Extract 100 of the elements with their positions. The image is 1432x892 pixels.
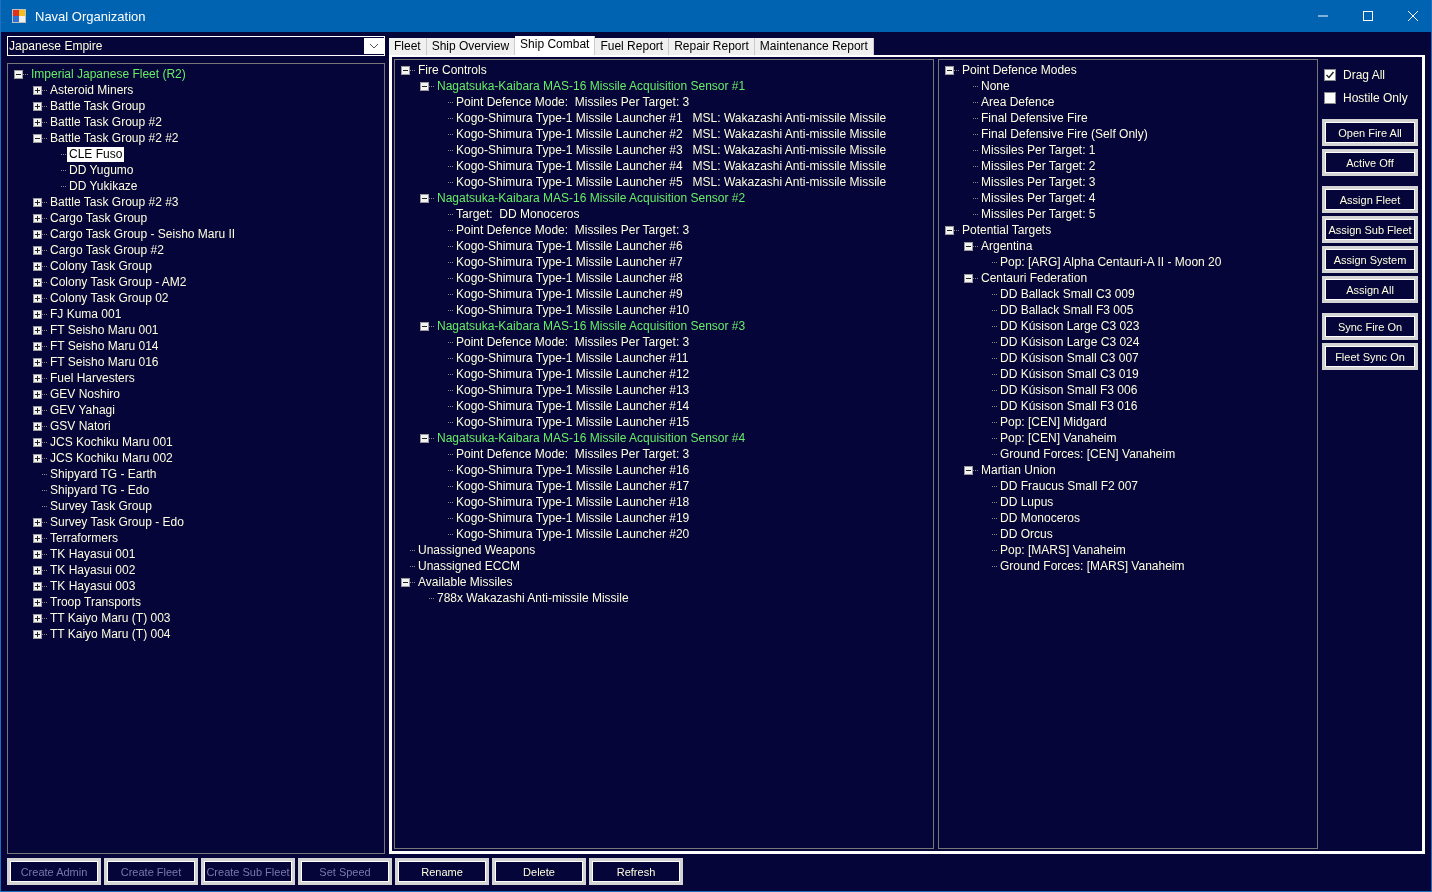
tree-item[interactable]: Terraformers — [48, 530, 120, 546]
tree-item[interactable]: GEV Noshiro — [48, 386, 123, 402]
tree-item[interactable]: Fuel Harvesters — [48, 370, 137, 386]
checkbox[interactable] — [1324, 91, 1336, 104]
tree-item[interactable]: Centauri Federation — [979, 270, 1090, 286]
tree-item[interactable]: FJ Kuma 001 — [48, 306, 124, 322]
expand-icon[interactable] — [33, 277, 42, 287]
tree-item[interactable]: Final Defensive Fire — [979, 110, 1090, 126]
tab[interactable]: Ship Combat — [515, 36, 596, 55]
expand-icon[interactable] — [33, 261, 42, 271]
tree-item[interactable]: CLE Fuso — [67, 146, 125, 162]
tree-item[interactable]: DD Kúsison Small F3 016 — [998, 398, 1140, 414]
tree-item[interactable]: Point Defence Mode: Missiles Per Target: 3 — [454, 94, 692, 110]
expand-icon[interactable] — [33, 389, 42, 399]
collapse-icon[interactable] — [964, 273, 973, 283]
tree-item[interactable]: Missiles Per Target: 3 — [979, 174, 1098, 190]
tree-item[interactable]: Target: DD Monoceros — [454, 206, 582, 222]
tree-item[interactable]: Kogo-Shimura Type-1 Missile Launcher #4 — [454, 158, 685, 174]
side-button[interactable]: Assign Sub Fleet — [1322, 216, 1418, 243]
tree-item[interactable]: DD Lupus — [998, 494, 1056, 510]
tree-item[interactable]: Potential Targets — [960, 222, 1054, 238]
tree-item[interactable]: Nagatsuka-Kaibara MAS-16 Missile Acquisition Sensor #1 — [435, 78, 748, 94]
action-button[interactable]: Delete — [492, 858, 586, 885]
tree-item[interactable]: Missiles Per Target: 4 — [979, 190, 1098, 206]
side-button[interactable]: Active Off — [1322, 149, 1418, 176]
tree-item[interactable]: Unassigned Weapons — [416, 542, 538, 558]
collapse-icon[interactable] — [14, 69, 23, 79]
side-button[interactable]: Assign System — [1322, 246, 1418, 273]
expand-icon[interactable] — [33, 549, 42, 559]
tree-item[interactable]: DD Ballack Small F3 005 — [998, 302, 1136, 318]
tree-item[interactable]: Missiles Per Target: 5 — [979, 206, 1098, 222]
collapse-icon[interactable] — [33, 133, 42, 143]
collapse-icon[interactable] — [420, 81, 429, 91]
tree-item[interactable]: Shipyard TG - Edo — [48, 482, 152, 498]
maximize-icon[interactable] — [1362, 10, 1374, 22]
tree-item[interactable]: Kogo-Shimura Type-1 Missile Launcher #9 — [454, 286, 685, 302]
side-button[interactable]: Assign Fleet — [1322, 186, 1418, 213]
tree-item[interactable]: DD Kúsison Small F3 006 — [998, 382, 1140, 398]
collapse-icon[interactable] — [945, 225, 954, 235]
tree-item[interactable]: Ground Forces: [CEN] Vanaheim — [998, 446, 1178, 462]
tree-item[interactable]: Kogo-Shimura Type-1 Missile Launcher #15 — [454, 414, 692, 430]
expand-icon[interactable] — [33, 517, 42, 527]
tree-item[interactable]: Survey Task Group - Edo — [48, 514, 186, 530]
tree-item[interactable]: GEV Yahagi — [48, 402, 117, 418]
tree-item[interactable]: Martian Union — [979, 462, 1058, 478]
close-icon[interactable] — [1407, 10, 1419, 22]
expand-icon[interactable] — [33, 309, 42, 319]
side-button[interactable]: Fleet Sync On — [1322, 343, 1418, 370]
expand-icon[interactable] — [33, 213, 42, 223]
tree-item[interactable]: Battle Task Group #2 #2 — [48, 130, 181, 146]
expand-icon[interactable] — [33, 629, 42, 639]
tree-item[interactable]: Kogo-Shimura Type-1 Missile Launcher #20 — [454, 526, 692, 542]
tree-item[interactable]: Argentina — [979, 238, 1035, 254]
tree-item[interactable]: Shipyard TG - Earth — [48, 466, 159, 482]
tree-item[interactable]: Battle Task Group — [48, 98, 148, 114]
tree-item[interactable]: Final Defensive Fire (Self Only) — [979, 126, 1150, 142]
tree-item[interactable]: Kogo-Shimura Type-1 Missile Launcher #1 — [454, 110, 685, 126]
tab[interactable]: Ship Overview — [426, 38, 516, 55]
expand-icon[interactable] — [33, 453, 42, 463]
tree-item[interactable]: DD Ballack Small C3 009 — [998, 286, 1137, 302]
expand-icon[interactable] — [33, 197, 42, 207]
expand-icon[interactable] — [33, 373, 42, 383]
collapse-icon[interactable] — [401, 65, 410, 75]
action-button[interactable]: Rename — [395, 858, 489, 885]
tree-item[interactable]: Kogo-Shimura Type-1 Missile Launcher #7 — [454, 254, 685, 270]
expand-icon[interactable] — [33, 85, 42, 95]
tree-item[interactable]: DD Yugumo — [67, 162, 136, 178]
tree-item[interactable]: Nagatsuka-Kaibara MAS-16 Missile Acquisition Sensor #2 — [435, 190, 748, 206]
empire-dropdown[interactable]: Japanese Empire — [7, 36, 385, 56]
tree-item[interactable]: Kogo-Shimura Type-1 Missile Launcher #18 — [454, 494, 692, 510]
tree-item[interactable]: Troop Transports — [48, 594, 143, 610]
side-button[interactable]: Assign All — [1322, 276, 1418, 303]
tree-item[interactable]: Kogo-Shimura Type-1 Missile Launcher #12 — [454, 366, 692, 382]
tree-item[interactable]: Ground Forces: [MARS] Vanaheim — [998, 558, 1187, 574]
side-button[interactable]: Sync Fire On — [1322, 313, 1418, 340]
tree-item[interactable]: Unassigned ECCM — [416, 558, 523, 574]
expand-icon[interactable] — [33, 341, 42, 351]
tree-item[interactable]: Imperial Japanese Fleet (R2) — [29, 66, 188, 82]
tree-item[interactable]: 788x Wakazashi Anti-missile Missile — [435, 590, 631, 606]
tree-item[interactable]: Cargo Task Group - Seisho Maru II — [48, 226, 238, 242]
expand-icon[interactable] — [33, 405, 42, 415]
tree-item[interactable]: Available Missiles — [416, 574, 515, 590]
collapse-icon[interactable] — [420, 433, 429, 443]
tree-item[interactable]: Pop: [ARG] Alpha Centauri-A II - Moon 20 — [998, 254, 1224, 270]
tree-item[interactable]: TK Hayasui 002 — [48, 562, 138, 578]
tree-item[interactable]: FT Seisho Maru 001 — [48, 322, 161, 338]
expand-icon[interactable] — [33, 421, 42, 431]
tree-item[interactable]: Nagatsuka-Kaibara MAS-16 Missile Acquisition Sensor #3 — [435, 318, 748, 334]
tree-item[interactable]: Point Defence Modes — [960, 62, 1079, 78]
tree-item[interactable]: Cargo Task Group — [48, 210, 150, 226]
tree-item[interactable]: Kogo-Shimura Type-1 Missile Launcher #10 — [454, 302, 692, 318]
tab[interactable]: Fuel Report — [595, 38, 670, 55]
tree-item[interactable]: Kogo-Shimura Type-1 Missile Launcher #2 — [454, 126, 685, 142]
tree-item[interactable]: Fire Controls — [416, 62, 489, 78]
tree-item[interactable]: Nagatsuka-Kaibara MAS-16 Missile Acquisition Sensor #4 — [435, 430, 748, 446]
tree-item[interactable]: GSV Natori — [48, 418, 113, 434]
tree-item[interactable]: Kogo-Shimura Type-1 Missile Launcher #8 — [454, 270, 685, 286]
expand-icon[interactable] — [33, 613, 42, 623]
tree-item[interactable]: Kogo-Shimura Type-1 Missile Launcher #17 — [454, 478, 692, 494]
collapse-icon[interactable] — [420, 321, 429, 331]
